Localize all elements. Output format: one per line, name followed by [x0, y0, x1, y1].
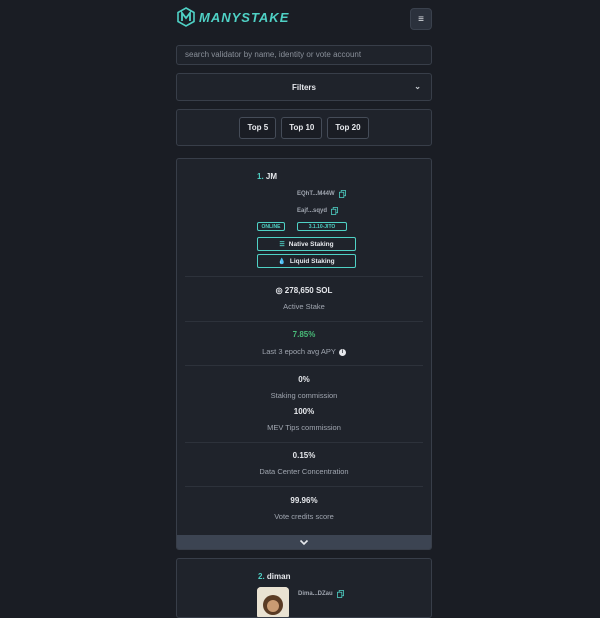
list-icon: ☰ — [279, 241, 285, 248]
apy-value: 7.85% — [292, 330, 316, 339]
staking-commission-value: 0% — [298, 375, 310, 384]
logo[interactable]: MANYSTAKE — [176, 7, 289, 27]
identity-address: Dima...DZau — [298, 591, 333, 597]
chevron-down-icon — [299, 539, 309, 545]
droplet-icon: 💧 — [278, 258, 286, 265]
vote-credits-value: 99.96% — [290, 496, 318, 505]
validator-name: diman — [266, 572, 291, 581]
status-badge: ONLINE — [257, 222, 285, 231]
divider — [185, 321, 423, 322]
validator-title: 1. JM — [257, 172, 277, 181]
top-buttons-bar: Top 5 Top 10 Top 20 — [176, 109, 432, 146]
mev-commission-label: MEV Tips commission — [267, 423, 341, 432]
validator-card: 1. JM EQhT...M44W Eajf...sqyd ONLINE 3.1… — [176, 158, 432, 550]
menu-button[interactable]: ≡ — [410, 8, 432, 30]
copy-icon[interactable] — [336, 590, 344, 598]
dc-concentration-value: 0.15% — [292, 451, 316, 460]
divider — [185, 276, 423, 277]
active-stake-value: ◎ 278,650 SOL — [275, 286, 333, 295]
brand-name: MANYSTAKE — [199, 9, 290, 25]
native-staking-button[interactable]: ☰ Native Staking — [257, 237, 356, 251]
liquid-staking-button[interactable]: 💧 Liquid Staking — [257, 254, 356, 268]
validator-name: JM — [265, 172, 278, 181]
vote-account-row: Eajf...sqyd — [297, 207, 338, 215]
header: MANYSTAKE ≡ — [176, 7, 432, 30]
expand-card-button[interactable] — [177, 535, 431, 549]
validator-rank: 1. — [257, 172, 264, 181]
top-10-button[interactable]: Top 10 — [281, 116, 323, 139]
validator-card: 2. diman Dima...DZau — [176, 558, 432, 618]
logo-icon — [177, 7, 195, 27]
vote-credits-label: Vote credits score — [274, 512, 334, 521]
apy-label: Last 3 epoch avg APY — [262, 347, 336, 356]
top-5-button[interactable]: Top 5 — [239, 116, 277, 139]
filters-label: Filters — [291, 82, 316, 92]
validator-rank: 2. — [258, 572, 265, 581]
mev-commission-value: 100% — [293, 407, 315, 416]
native-staking-label: Native Staking — [288, 240, 334, 248]
liquid-staking-label: Liquid Staking — [289, 257, 335, 265]
divider — [185, 442, 423, 443]
avatar — [257, 587, 289, 617]
identity-row: Dima...DZau — [298, 590, 344, 598]
version-badge: 3.1.10-JITO — [297, 222, 347, 231]
top-20-button[interactable]: Top 20 — [327, 116, 369, 139]
staking-commission-label: Staking commission — [270, 391, 338, 400]
search-input[interactable]: search validator by name, identity or vo… — [176, 45, 432, 65]
validator-title: 2. diman — [258, 572, 290, 581]
info-icon[interactable]: i — [338, 348, 346, 356]
copy-icon[interactable] — [338, 190, 346, 198]
identity-row: EQhT...M44W — [297, 190, 346, 198]
chevron-down-icon: ⌄ — [414, 82, 421, 91]
divider — [185, 486, 423, 487]
dc-concentration-label: Data Center Concentration — [259, 467, 349, 476]
divider — [185, 365, 423, 366]
vote-account-address: Eajf...sqyd — [297, 208, 328, 214]
hamburger-icon: ≡ — [418, 13, 424, 25]
filters-toggle[interactable]: Filters ⌄ — [176, 73, 432, 101]
apy-label-row: Last 3 epoch avg APY i — [177, 347, 431, 356]
active-stake-label: Active Stake — [283, 302, 325, 311]
copy-icon[interactable] — [331, 207, 338, 215]
identity-address: EQhT...M44W — [297, 191, 335, 197]
